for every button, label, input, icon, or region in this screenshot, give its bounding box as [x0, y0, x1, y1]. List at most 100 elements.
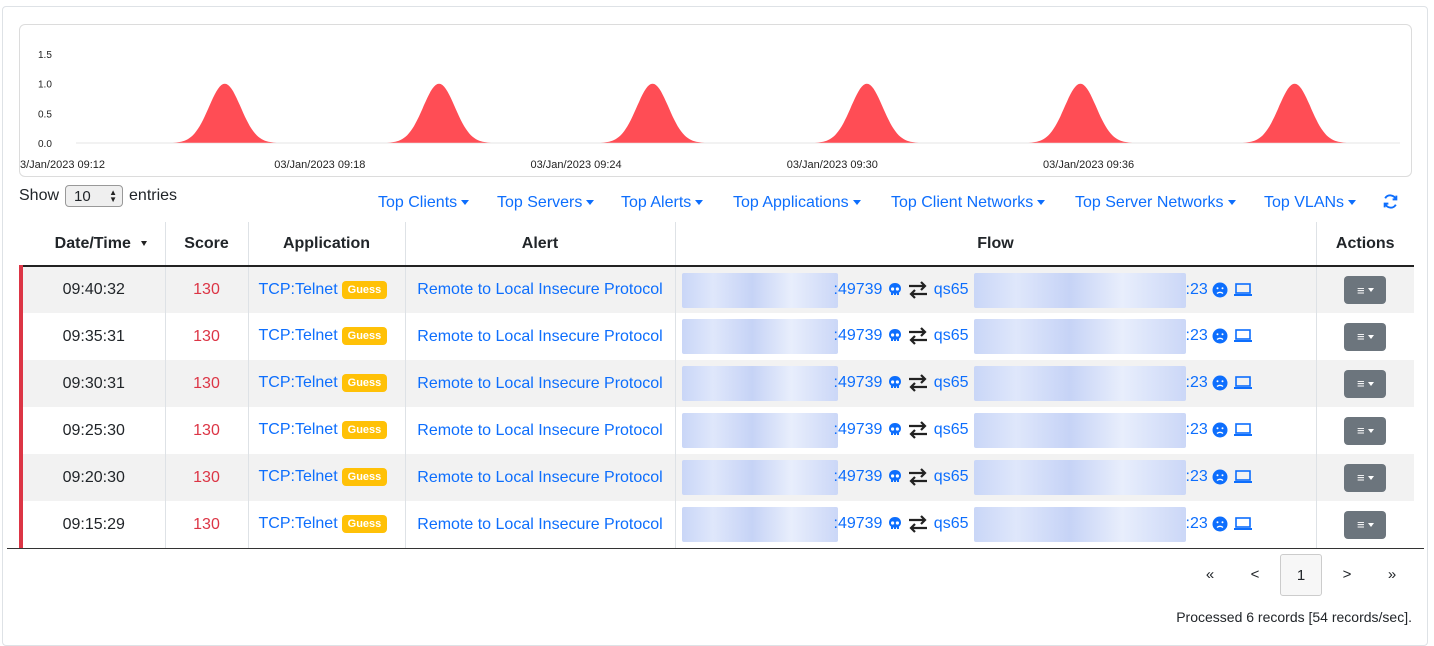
caret-down-icon: [1367, 334, 1374, 339]
sort-desc-icon: [140, 241, 147, 246]
laptop-icon[interactable]: [1233, 516, 1253, 532]
page-first-button[interactable]: «: [1190, 554, 1230, 594]
server-endpoint[interactable]: :23: [1186, 468, 1253, 486]
caret-down-icon: [1367, 381, 1374, 386]
laptop-icon[interactable]: [1233, 375, 1253, 391]
application-link[interactable]: TCP:Telnet: [259, 281, 338, 298]
filter-top-clients[interactable]: Top Clients: [378, 194, 470, 212]
alert-link[interactable]: Remote to Local Insecure Protocol: [417, 422, 662, 439]
filter-top-applications[interactable]: Top Applications: [733, 194, 861, 212]
guess-badge: Guess: [341, 280, 388, 299]
page-prev-button[interactable]: <: [1235, 554, 1275, 594]
alert-peak[interactable]: [385, 83, 491, 143]
filter-top-alerts[interactable]: Top Alerts: [621, 194, 704, 212]
pagination: « < 1 > »: [1190, 554, 1417, 596]
actions-menu-button[interactable]: ≡: [1344, 416, 1387, 445]
sad-face-icon: [1212, 375, 1228, 391]
redacted-client-host: [681, 460, 838, 495]
cell-application: TCP:Telnet Guess: [248, 360, 406, 407]
redacted-client-host: [681, 319, 838, 354]
actions-menu-button[interactable]: ≡: [1344, 463, 1387, 492]
cell-flow: :49739 qs65 :23: [675, 360, 1317, 407]
filter-top-servers[interactable]: Top Servers: [497, 194, 595, 212]
filter-top-client-networks[interactable]: Top Client Networks: [891, 194, 1046, 212]
application-link[interactable]: TCP:Telnet: [259, 375, 338, 392]
alert-peak[interactable]: [171, 83, 277, 143]
page-current-button[interactable]: 1: [1280, 554, 1322, 596]
alert-link[interactable]: Remote to Local Insecure Protocol: [417, 469, 662, 486]
server-endpoint[interactable]: :23: [1186, 281, 1253, 299]
client-endpoint[interactable]: :49739 qs65: [834, 515, 969, 533]
processed-status: Processed 6 records [54 records/sec].: [1176, 609, 1412, 625]
alerts-timeline-chart: 1.5 1.0 0.5 0.0 3/Jan/2023 09:12 03/Jan/2023 …: [19, 24, 1412, 177]
server-port: :23: [1185, 468, 1208, 485]
page-last-button[interactable]: »: [1372, 554, 1412, 594]
application-link[interactable]: TCP:Telnet: [259, 516, 338, 533]
table-row: 09:35:31 130 TCP:Telnet Guess Remote to Loca…: [19, 313, 1414, 360]
redacted-client-host: [681, 507, 838, 542]
client-endpoint[interactable]: :49739 qs65: [834, 468, 969, 486]
application-link[interactable]: TCP:Telnet: [259, 422, 338, 439]
server-endpoint[interactable]: :23: [1186, 374, 1253, 392]
skull-icon: [888, 470, 901, 482]
table-bottom-divider: [7, 548, 1424, 549]
alert-link[interactable]: Remote to Local Insecure Protocol: [417, 516, 662, 533]
alerts-table: Date/Time Score Application Alert Flow A…: [19, 222, 1414, 548]
actions-menu-button[interactable]: ≡: [1344, 322, 1387, 351]
filter-top-server-networks[interactable]: Top Server Networks: [1075, 194, 1236, 212]
col-flow[interactable]: Flow: [675, 222, 1317, 267]
cell-score: 130: [165, 360, 249, 407]
alert-link[interactable]: Remote to Local Insecure Protocol: [417, 375, 662, 392]
server-endpoint[interactable]: :23: [1186, 515, 1253, 533]
cell-time: 09:20:30: [19, 454, 166, 501]
cell-time: 09:30:31: [19, 360, 166, 407]
client-endpoint[interactable]: :49739 qs65: [834, 374, 969, 392]
server-port: :23: [1185, 421, 1208, 438]
exchange-icon: [909, 468, 928, 486]
cell-actions: ≡: [1316, 501, 1414, 548]
filter-top-vlans[interactable]: Top VLANs: [1264, 194, 1357, 212]
redacted-client-host: [681, 366, 838, 401]
actions-menu-button[interactable]: ≡: [1344, 276, 1387, 304]
alert-link[interactable]: Remote to Local Insecure Protocol: [417, 328, 662, 345]
laptop-icon[interactable]: [1233, 282, 1253, 298]
client-endpoint[interactable]: :49739 qs65: [834, 421, 969, 439]
alert-link[interactable]: Remote to Local Insecure Protocol: [417, 281, 662, 298]
server-port: :23: [1185, 515, 1208, 532]
caret-down-icon: [1037, 200, 1046, 206]
server-endpoint[interactable]: :23: [1186, 327, 1253, 345]
cell-flow: :49739 qs65 :23: [675, 454, 1317, 501]
x-tick-label: 03/Jan/2023 09:24: [531, 159, 622, 171]
refresh-icon[interactable]: [1382, 193, 1399, 215]
col-datetime[interactable]: Date/Time: [21, 222, 166, 267]
alert-peak[interactable]: [598, 83, 705, 143]
laptop-icon[interactable]: [1233, 328, 1253, 344]
cell-application: TCP:Telnet Guess: [248, 313, 406, 360]
actions-menu-button[interactable]: ≡: [1344, 510, 1387, 539]
page-next-button[interactable]: >: [1327, 554, 1367, 594]
skull-icon: [888, 329, 901, 341]
actions-menu-button[interactable]: ≡: [1344, 369, 1387, 398]
alert-peak[interactable]: [1026, 83, 1133, 143]
application-link[interactable]: TCP:Telnet: [259, 469, 338, 486]
col-alert[interactable]: Alert: [405, 222, 676, 267]
cell-time: 09:15:29: [19, 501, 166, 548]
client-endpoint[interactable]: :49739 qs65: [834, 327, 969, 345]
application-link[interactable]: TCP:Telnet: [259, 328, 338, 345]
alert-peak[interactable]: [1241, 83, 1347, 143]
cell-actions: ≡: [1316, 454, 1414, 501]
redacted-server-host: [973, 273, 1186, 308]
cell-application: TCP:Telnet Guess: [248, 501, 406, 548]
col-score[interactable]: Score: [165, 222, 249, 267]
col-application[interactable]: Application: [248, 222, 406, 267]
server-endpoint[interactable]: :23: [1186, 421, 1253, 439]
skull-icon: [888, 517, 901, 529]
laptop-icon[interactable]: [1233, 422, 1253, 438]
alert-peak[interactable]: [813, 83, 919, 143]
laptop-icon[interactable]: [1233, 469, 1253, 485]
cell-flow: :49739 qs65 :23: [675, 407, 1317, 454]
y-tick-label: 0.5: [38, 109, 52, 120]
exchange-icon: [909, 374, 928, 392]
client-endpoint[interactable]: :49739 qs65: [834, 281, 969, 299]
caret-down-icon: [1367, 475, 1374, 480]
